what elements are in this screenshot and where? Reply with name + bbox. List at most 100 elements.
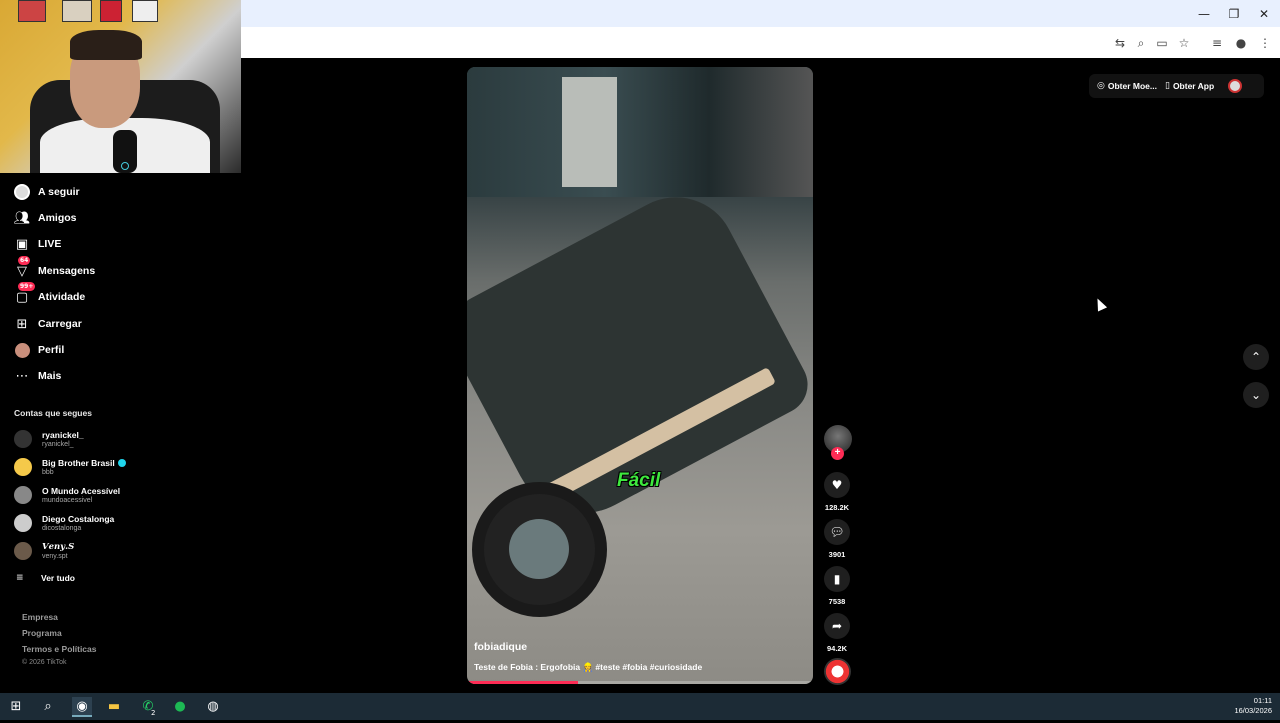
phone-icon: ▯ xyxy=(1164,81,1170,91)
windows-start-icon[interactable]: ⊞ xyxy=(6,697,26,717)
sidebar-item-label: Amigos xyxy=(38,212,77,224)
search-icon[interactable]: ⌕ xyxy=(38,697,58,717)
sidebar-item-profile[interactable]: Perfil xyxy=(12,339,64,361)
sidebar-item-live[interactable]: ▣ LIVE xyxy=(12,233,62,255)
account-item[interactable]: ryanickel_ ryanickel_ xyxy=(14,426,84,452)
cast-icon[interactable]: ▭ xyxy=(1153,34,1171,52)
avatar xyxy=(14,458,32,476)
menu-icon[interactable]: ⋮ xyxy=(1256,34,1274,52)
translate-icon[interactable]: ⇆ xyxy=(1111,34,1129,52)
coin-icon: ◎ xyxy=(1097,81,1105,91)
bookmark-icon[interactable]: ▮ xyxy=(824,566,850,592)
account-name: Big Brother Brasil xyxy=(42,457,115,468)
close-window-button[interactable]: ✕ xyxy=(1254,6,1274,22)
video-progress-fill xyxy=(467,681,578,684)
account-item[interactable]: 𝑽𝒆𝒏𝒚.𝑺 veny.spt xyxy=(14,538,74,564)
clock-time: 01:11 xyxy=(1253,696,1272,705)
footer-program-link[interactable]: Programa xyxy=(22,628,62,638)
get-coins-label: Obter Moe... xyxy=(1107,81,1157,91)
footer-terms-link[interactable]: Termos e Políticas xyxy=(22,644,96,654)
following-accounts-title: Contas que segues xyxy=(14,408,92,418)
chrome-icon[interactable]: ◉ xyxy=(72,697,92,717)
sidebar-item-following[interactable]: A seguir xyxy=(12,181,80,203)
whatsapp-badge: 2 xyxy=(151,709,156,717)
avatar xyxy=(14,486,32,504)
sidebar-item-messages[interactable]: ▽ 64 Mensagens xyxy=(12,256,96,282)
wall-poster xyxy=(100,0,122,22)
comment-icon[interactable]: 💬︎ xyxy=(824,519,850,545)
spotify-icon[interactable]: ● xyxy=(170,697,190,717)
windows-taskbar xyxy=(0,693,1280,720)
maximize-button[interactable]: ❐ xyxy=(1224,6,1244,22)
sidebar-item-label: A seguir xyxy=(38,186,80,198)
save-action[interactable]: ▮ 7538 xyxy=(823,566,851,606)
system-clock: 01:11 16/03/2026 xyxy=(1234,696,1272,716)
more-icon: ⋯ xyxy=(15,368,29,384)
video-player[interactable]: Fácil fobiadique Teste de Fobia : Ergofo… xyxy=(467,67,813,684)
save-count: 7538 xyxy=(828,597,846,606)
verified-icon xyxy=(117,458,126,467)
follow-plus-icon[interactable]: + xyxy=(831,447,844,460)
get-app-button[interactable]: ▯ Obter App xyxy=(1165,81,1214,91)
obs-icon[interactable]: ◍ xyxy=(203,697,223,717)
zoom-icon[interactable]: ⌕ xyxy=(1132,34,1150,52)
messages-icon: ▽ 64 xyxy=(17,256,31,279)
heart-icon[interactable]: ♥ xyxy=(824,472,850,498)
like-count: 128.2K xyxy=(824,503,850,512)
sidebar-item-label: Mensagens xyxy=(38,265,96,277)
account-handle: mundoacessivel xyxy=(42,496,93,504)
sidebar-item-activity[interactable]: ▢ 99+ Atividade xyxy=(12,282,86,308)
sidebar-item-label: Atividade xyxy=(38,291,86,303)
get-app-label: Obter App xyxy=(1172,81,1215,91)
like-action[interactable]: ♥ 128.2K xyxy=(823,472,851,512)
profile-icon[interactable]: ● xyxy=(1232,34,1250,52)
video-background xyxy=(467,67,813,197)
sidebar-item-label: Carregar xyxy=(38,318,82,330)
video-door xyxy=(562,77,617,187)
account-item[interactable]: Big Brother Brasil bbb xyxy=(14,454,126,480)
account-item[interactable]: Diego Costalonga dicostalonga xyxy=(14,510,114,536)
video-caption-overlay: Fácil xyxy=(617,470,661,491)
previous-video-button[interactable]: ⌃ xyxy=(1243,344,1269,370)
activity-icon: ▢ 99+ xyxy=(15,282,36,305)
next-video-button[interactable]: ⌄ xyxy=(1243,382,1269,408)
minimize-button[interactable]: — xyxy=(1194,6,1214,22)
account-name: 𝑽𝒆𝒏𝒚.𝑺 xyxy=(42,541,75,552)
avatar xyxy=(14,542,32,560)
share-action[interactable]: ➦ 94.2K xyxy=(823,613,851,653)
see-all-link[interactable]: ≡ Ver tudo xyxy=(16,573,75,583)
account-handle: ryanickel_ xyxy=(42,440,74,448)
sidebar-item-upload[interactable]: ⊞ Carregar xyxy=(12,313,82,335)
see-all-label: Ver tudo xyxy=(41,573,76,583)
video-progress-bar[interactable] xyxy=(467,681,813,684)
comment-action[interactable]: 💬︎ 3901 xyxy=(823,519,851,559)
sidebar-item-label: Mais xyxy=(38,370,62,382)
avatar xyxy=(14,430,32,448)
wall-poster xyxy=(18,0,46,22)
media-icon[interactable]: ≡ xyxy=(1208,34,1226,52)
sidebar-item-friends[interactable]: 👥︎ Amigos xyxy=(12,207,77,229)
mouse-cursor xyxy=(1092,296,1108,312)
clock-date: 16/03/2026 xyxy=(1234,706,1272,715)
live-icon: ▣ xyxy=(15,236,29,252)
get-coins-button[interactable]: ◎ Obter Moe... xyxy=(1097,81,1157,91)
microphone-led xyxy=(121,162,129,170)
account-handle: dicostalonga xyxy=(42,524,82,532)
comment-count: 3901 xyxy=(828,550,846,559)
sound-disc[interactable] xyxy=(824,658,851,685)
video-description: Teste de Fobia : Ergofobia 👷 #teste #fob… xyxy=(474,662,703,672)
messages-badge: 64 xyxy=(18,256,31,265)
file-explorer-icon[interactable]: ▬ xyxy=(104,697,124,717)
sidebar-item-more[interactable]: ⋯ Mais xyxy=(12,365,62,387)
account-handle: veny.spt xyxy=(42,552,68,560)
list-icon: ≡ xyxy=(16,573,24,583)
star-icon[interactable]: ☆ xyxy=(1175,34,1193,52)
account-item[interactable]: O Mundo Acessível mundoacessivel xyxy=(14,482,120,508)
activity-badge: 99+ xyxy=(18,282,36,291)
footer-company-link[interactable]: Empresa xyxy=(22,612,58,622)
whatsapp-icon[interactable]: ✆ 2 xyxy=(138,697,158,717)
share-icon[interactable]: ➦ xyxy=(824,613,850,639)
friends-icon: 👥︎ xyxy=(13,210,31,226)
video-author[interactable]: fobiadique xyxy=(474,641,527,653)
user-avatar[interactable] xyxy=(1228,79,1243,93)
